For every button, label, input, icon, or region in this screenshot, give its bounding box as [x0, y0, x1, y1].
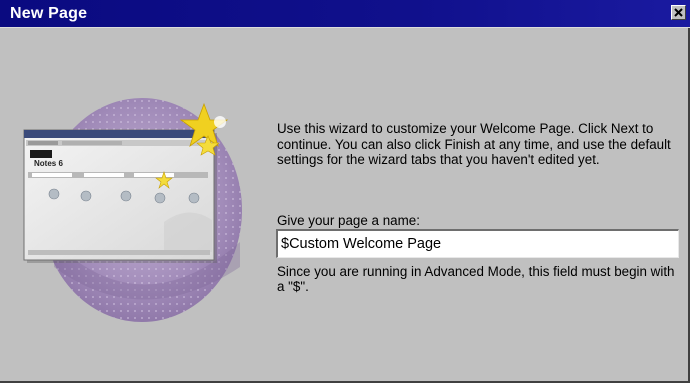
- wizard-instructions: Use this wizard to customize your Welcom…: [277, 121, 671, 167]
- close-button[interactable]: [671, 5, 686, 20]
- window-title: New Page: [10, 5, 88, 22]
- new-page-dialog: New Page Notes 6 Use this wizard to cust…: [0, 0, 690, 383]
- welcome-page-illustration: Notes 6: [23, 98, 242, 322]
- advanced-mode-note: Since you are running in Advanced Mode, …: [277, 264, 675, 294]
- page-name-input[interactable]: [276, 229, 679, 258]
- page-name-label: Give your page a name:: [277, 213, 420, 228]
- title-bar[interactable]: New Page: [0, 0, 690, 27]
- client-edge: [0, 27, 690, 28]
- screen-title: Notes 6: [34, 159, 63, 168]
- close-icon: [674, 8, 683, 17]
- notes-screenshot-icon: Notes 6: [23, 129, 217, 263]
